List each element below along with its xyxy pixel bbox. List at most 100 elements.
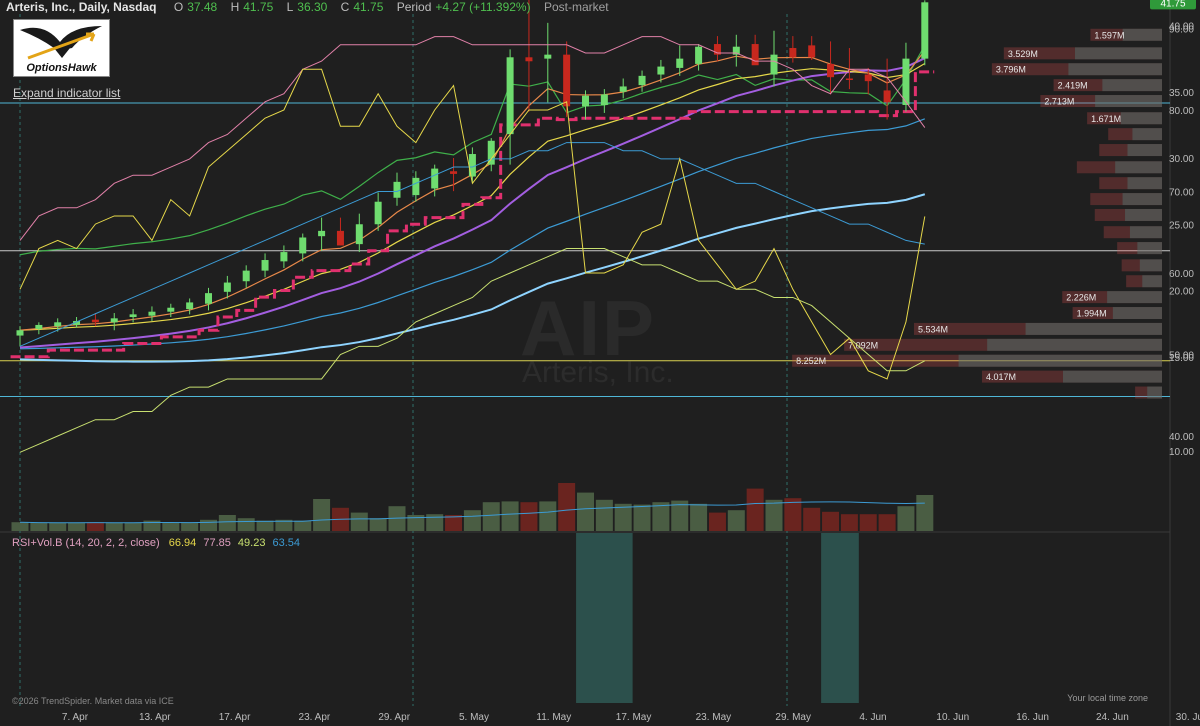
volume-profile-bin-up — [1125, 208, 1162, 221]
hawk-icon — [20, 26, 102, 60]
ema-purple-line — [19, 57, 926, 349]
volume-profile-bin-up — [1115, 161, 1162, 174]
candle-body — [563, 54, 571, 107]
volume-bars — [11, 483, 934, 531]
volume-profile-label: 1.994M — [1077, 309, 1107, 319]
ema-lightblue-line — [19, 193, 926, 363]
rsi-band-lower-line — [19, 248, 926, 453]
volume-bar — [690, 503, 708, 531]
volume-profile-label: 3.529M — [1008, 49, 1038, 59]
volume-profile-bin-up — [1107, 291, 1162, 304]
volume-bar — [482, 502, 500, 531]
volume-bar — [294, 520, 312, 531]
volume-profile-bin-up — [1142, 275, 1162, 288]
candles — [16, 0, 929, 347]
date-tick-label: 16. Jun — [1016, 712, 1049, 723]
volume-bar — [501, 501, 519, 531]
date-tick-label: 23. Apr — [299, 712, 331, 723]
volume-profile-bin-up — [1139, 259, 1162, 272]
candle-body — [808, 45, 816, 58]
volume-bar — [105, 523, 123, 531]
date-tick-label: 29. May — [775, 712, 811, 723]
volume-profile-bin-up — [1137, 242, 1162, 255]
volume-profile: 1.597M 3.529M 3.796M 2.419M 2.713M 1.671M 2.22… — [792, 28, 1162, 399]
rsi-highlight-zone — [576, 533, 633, 703]
candle-body — [582, 95, 589, 107]
volume-profile-label: 2.419M — [1058, 81, 1088, 91]
date-tick-label: 17. May — [616, 712, 652, 723]
volume-bar — [916, 495, 934, 531]
candle-body — [54, 322, 62, 327]
candle-body — [35, 324, 43, 329]
volume-profile-bin-up — [1132, 128, 1162, 141]
volume-bar — [520, 502, 538, 531]
candle-body — [205, 293, 212, 304]
rsi-value-3: 49.23 — [237, 537, 266, 549]
volume-bar — [708, 512, 726, 531]
rsi-label: RSI+Vol.B (14, 20, 2, 2, close) — [12, 537, 160, 549]
footer-attribution: ©2026 TrendSpider. Market data via ICE — [12, 696, 174, 706]
rsi-value-2: 77.85 — [203, 537, 231, 549]
volume-profile-bin-up — [1075, 47, 1162, 60]
volume-profile-label: 5.534M — [918, 324, 948, 334]
volume-profile-bin-up — [958, 354, 1162, 367]
volume-profile-bin-up — [1025, 322, 1162, 335]
volume-profile-bin-up — [1127, 144, 1162, 157]
candle-body — [129, 314, 137, 317]
candle-body — [336, 230, 344, 246]
volume-profile-bin-up — [1068, 63, 1162, 76]
volume-bar — [313, 499, 331, 531]
low-label: L — [286, 0, 294, 14]
rsi-tick-label: 90.00 — [1169, 25, 1194, 36]
volume-bar — [218, 515, 236, 531]
volume-profile-label: 7.092M — [848, 340, 878, 350]
session-label: Post-market — [543, 0, 609, 14]
expand-indicator-list-link[interactable]: Expand indicator list — [13, 86, 120, 100]
rsi-line — [19, 68, 926, 380]
volume-profile-bin-up — [1102, 79, 1162, 92]
volume-profile-bin-up — [1112, 307, 1162, 320]
volume-bar — [803, 507, 821, 531]
candle-body — [299, 237, 307, 254]
volume-profile-bin-up — [1095, 95, 1162, 108]
volume-bar — [558, 483, 576, 531]
volume-profile-label: 2.713M — [1044, 97, 1074, 107]
local-time-zone[interactable]: Your local time zone — [1067, 693, 1148, 703]
rsi-tick-label: 50.00 — [1169, 351, 1194, 362]
volume-profile-bin-up — [1147, 386, 1162, 399]
volume-bar — [577, 492, 594, 531]
rsi-band-upper-line — [19, 36, 926, 241]
candle-body — [91, 319, 99, 323]
date-tick-label: 11. May — [536, 712, 571, 723]
candle-body — [525, 57, 533, 62]
candle-body — [16, 330, 24, 336]
volume-profile-label: 2.226M — [1066, 293, 1096, 303]
high-value: 41.75 — [243, 0, 274, 14]
rsi-tick-label: 80.00 — [1169, 106, 1194, 117]
date-tick-label: 10. Jun — [936, 712, 969, 723]
volume-bar — [369, 518, 387, 531]
volume-profile-bin-up — [1122, 28, 1162, 41]
volume-bar — [840, 514, 858, 531]
ema-orange-line — [19, 50, 926, 331]
volume-bar — [897, 506, 915, 531]
date-tick-label: 4. Jun — [859, 712, 886, 723]
candle-body — [676, 58, 684, 68]
price-tick-label: 20.00 — [1169, 287, 1194, 298]
period-label: Period — [396, 0, 432, 14]
volume-bar — [539, 501, 557, 531]
volume-bar — [652, 502, 670, 531]
date-tick-label: 17. Apr — [219, 712, 251, 723]
volume-bar — [463, 510, 481, 531]
volume-bar — [633, 504, 651, 531]
candle-body — [280, 252, 288, 262]
volume-profile-label: 1.671M — [1091, 114, 1121, 124]
candle-body — [431, 168, 439, 189]
volume-tick-label: 10.00 — [1169, 447, 1194, 458]
candle-body — [186, 302, 194, 310]
price-tick-label: 25.00 — [1169, 220, 1194, 231]
candle-body — [751, 44, 759, 66]
low-value: 36.30 — [297, 0, 328, 14]
volume-bar — [11, 522, 29, 531]
watermark-company: Arteris, Inc. — [522, 356, 674, 389]
